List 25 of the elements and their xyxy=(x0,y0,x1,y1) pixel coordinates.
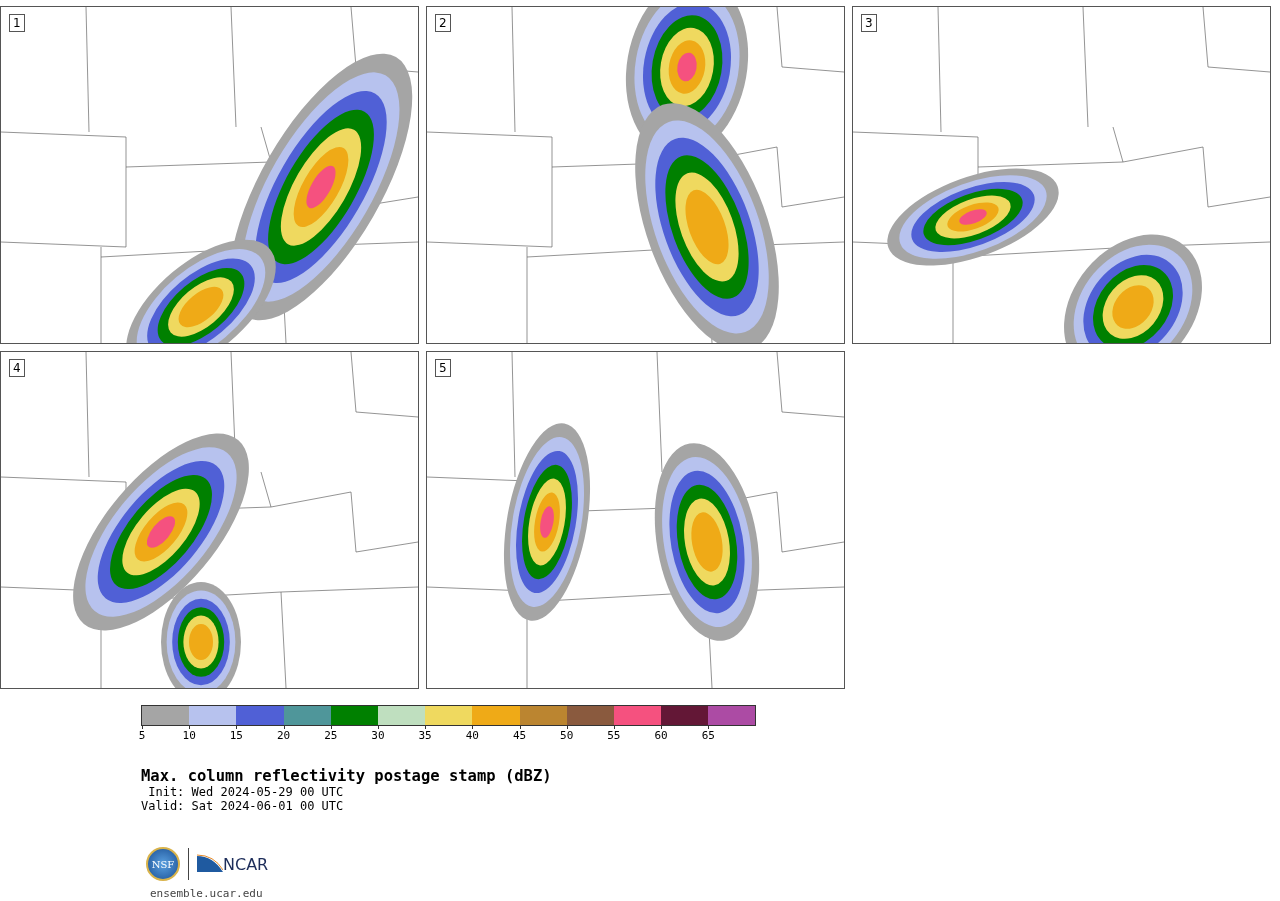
valid-time: Valid: Sat 2024-06-01 00 UTC xyxy=(141,799,345,813)
tick-label: 45 xyxy=(512,729,527,742)
panel-number: 3 xyxy=(861,14,877,32)
init-time: Init: Wed 2024-05-29 00 UTC xyxy=(147,785,345,799)
tick-label: 15 xyxy=(229,729,243,742)
tick-label: 65 xyxy=(701,729,715,742)
tick-label: 50 xyxy=(560,729,574,742)
nsf-logo: NSF xyxy=(146,847,180,881)
ncar-logo: NCAR xyxy=(223,854,269,874)
swoosh-icon xyxy=(197,854,223,874)
chart-title: Max. column reflectivity postage stamp (dBZ) xyxy=(141,767,553,785)
panel-number: 5 xyxy=(435,359,451,377)
tick-label: 20 xyxy=(276,729,291,742)
tick-label: 35 xyxy=(418,729,432,742)
panel-number: 4 xyxy=(9,359,25,377)
tick-label: 55 xyxy=(607,729,621,742)
site-url: ensemble.ucar.edu xyxy=(150,887,264,900)
panel-number: 1 xyxy=(9,14,25,32)
tick-label: 40 xyxy=(465,729,479,742)
tick-label: 30 xyxy=(371,729,385,742)
tick-label: 10 xyxy=(182,729,196,742)
tick-label: 5 xyxy=(138,729,146,742)
tick-label: 60 xyxy=(654,729,668,742)
panel-number: 2 xyxy=(435,14,451,32)
tick-label: 25 xyxy=(324,729,338,742)
